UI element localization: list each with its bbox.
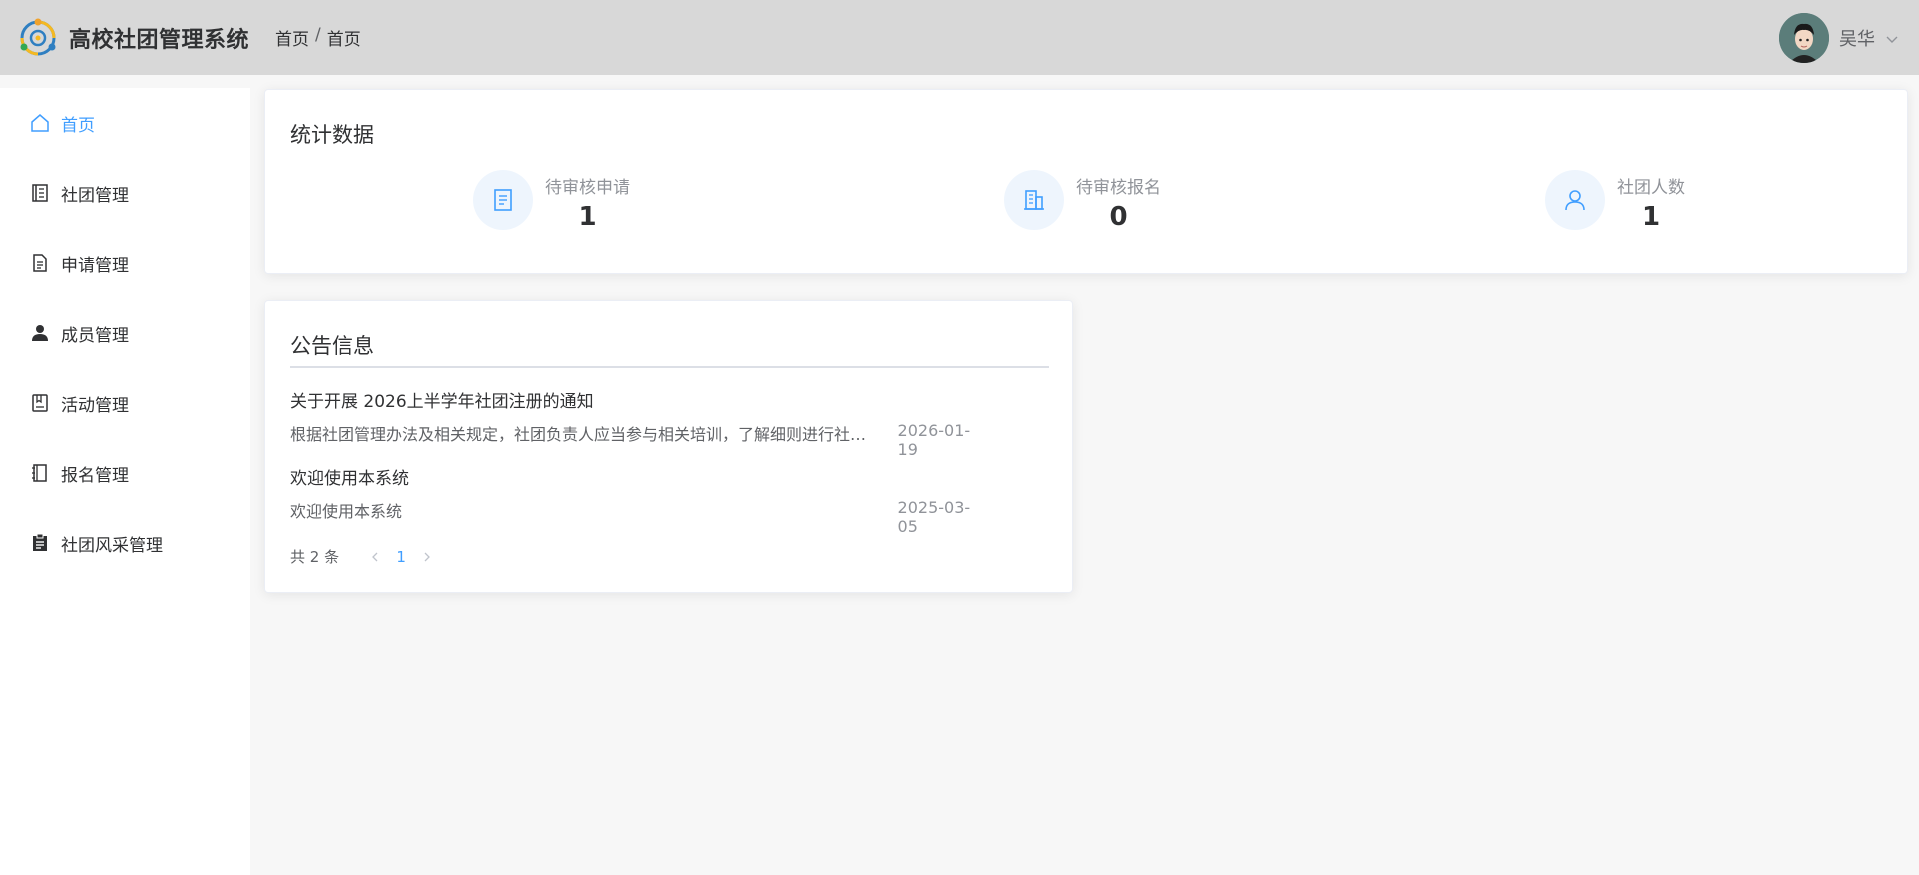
document-icon <box>473 170 533 230</box>
stat-label: 社团人数 <box>1617 178 1685 198</box>
stat-pending-applications[interactable]: 待审核申请 1 <box>473 170 630 232</box>
chevron-down-icon[interactable] <box>1885 32 1899 46</box>
breadcrumb-separator: / <box>315 25 321 45</box>
chevron-right-icon[interactable] <box>415 547 439 567</box>
notice-item-title[interactable]: 关于开展 2026上半学年社团注册的通知 <box>290 387 990 412</box>
notice-item[interactable]: 关于开展 2026上半学年社团注册的通知 根据社团管理办法及相关规定，社团负责人… <box>290 387 990 459</box>
notice-title: 公告信息 <box>290 330 1049 368</box>
breadcrumb: 首页 / 首页 <box>275 25 361 50</box>
notice-card: 公告信息 关于开展 2026上半学年社团注册的通知 根据社团管理办法及相关规定，… <box>264 300 1073 593</box>
stats-title: 统计数据 <box>290 123 374 147</box>
pagination: 共 2 条 1 <box>290 546 439 567</box>
stat-label: 待审核报名 <box>1076 178 1161 198</box>
sidebar-item-home[interactable]: 首页 <box>0 88 250 158</box>
pagination-total: 共 2 条 <box>290 548 340 566</box>
notice-item[interactable]: 欢迎使用本系统 欢迎使用本系统 2025-03-05 <box>290 464 990 536</box>
notice-item-date: 2026-01-19 <box>897 421 971 459</box>
user-name[interactable]: 吴华 <box>1839 25 1875 51</box>
notice-item-summary: 根据社团管理办法及相关规定，社团负责人应当参与相关培训，了解细则进行社团注册等相… <box>290 425 882 444</box>
sidebar-item-member-management[interactable]: 成员管理 <box>0 298 250 368</box>
home-icon <box>30 113 50 133</box>
sidebar-item-label: 活动管理 <box>61 395 129 416</box>
user-menu[interactable]: 吴华 <box>1779 13 1899 63</box>
avatar[interactable] <box>1779 13 1829 63</box>
sidebar-item-activity-management[interactable]: 活动管理 <box>0 368 250 438</box>
stat-pending-registrations[interactable]: 待审核报名 0 <box>1004 170 1161 232</box>
sidebar-item-label: 报名管理 <box>61 465 129 486</box>
stat-value: 1 <box>578 202 597 232</box>
stat-value: 1 <box>1641 202 1661 232</box>
notice-item-summary: 欢迎使用本系统 <box>290 502 403 521</box>
notice-item-date: 2025-03-05 <box>897 498 971 536</box>
stat-club-members[interactable]: 社团人数 1 <box>1545 170 1685 232</box>
sidebar-item-club-showcase-management[interactable]: 社团风采管理 <box>0 508 250 578</box>
clipboard-icon <box>30 533 50 553</box>
stats-card: 统计数据 待审核申请 1 待审核报名 0 社团人数 1 <box>264 89 1908 274</box>
sidebar-item-label: 申请管理 <box>61 255 129 276</box>
sidebar-item-label: 首页 <box>61 115 95 136</box>
user-icon <box>30 323 50 343</box>
notice-item-title[interactable]: 欢迎使用本系统 <box>290 464 990 489</box>
sidebar-item-label: 社团风采管理 <box>61 535 163 556</box>
stat-label: 待审核申请 <box>545 178 630 198</box>
document-icon <box>30 183 50 203</box>
app-logo-icon <box>20 18 56 55</box>
top-header: 高校社团管理系统 首页 / 首页 吴华 <box>0 0 1919 75</box>
app-title: 高校社团管理系统 <box>69 27 250 53</box>
breadcrumb-item-current: 首页 <box>326 30 361 50</box>
sidebar-item-application-management[interactable]: 申请管理 <box>0 228 250 298</box>
office-building-icon <box>1004 170 1064 230</box>
stat-value: 0 <box>1109 202 1128 232</box>
sidebar-menu: 首页 社团管理 申请管理 成员管理 活动管理 报名管理 社团风采管理 <box>0 88 250 875</box>
chevron-left-icon[interactable] <box>363 547 387 567</box>
sidebar-item-label: 成员管理 <box>61 325 129 346</box>
user-icon <box>1545 170 1605 230</box>
notebook-icon <box>30 393 50 413</box>
sidebar-item-club-management[interactable]: 社团管理 <box>0 158 250 228</box>
pagination-page[interactable]: 1 <box>387 548 415 566</box>
file-text-icon <box>30 253 50 273</box>
notebook-2-icon <box>30 463 50 483</box>
breadcrumb-item-home[interactable]: 首页 <box>275 25 309 50</box>
sidebar-item-registration-management[interactable]: 报名管理 <box>0 438 250 508</box>
sidebar-item-label: 社团管理 <box>61 185 129 206</box>
